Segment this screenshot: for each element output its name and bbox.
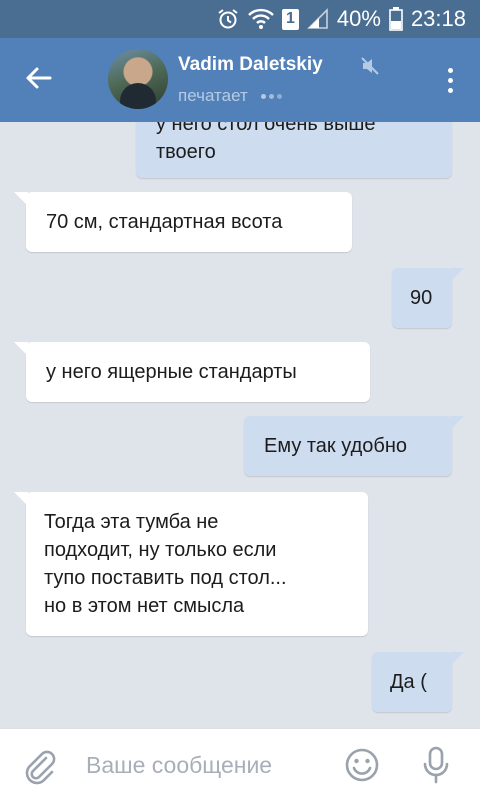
mute-icon: [360, 56, 380, 81]
message-text: Да (: [390, 671, 427, 693]
message-bubble[interactable]: Ему так удобно: [244, 416, 464, 476]
avatar[interactable]: [108, 49, 168, 109]
message-text: у него ящерные стандарты: [46, 361, 297, 383]
message-text: тупо поставить под стол...: [44, 567, 287, 589]
message-text: у него стол очень выше: [156, 122, 376, 135]
message-text: но в этом нет смысла: [44, 595, 245, 617]
contact-name[interactable]: Vadim Daletskiy: [178, 54, 323, 76]
battery-percent: 40%: [336, 6, 381, 31]
battery-icon: [389, 7, 403, 31]
wifi-icon: [248, 8, 274, 30]
more-button[interactable]: [438, 60, 462, 100]
message-text: подходит, ну только если: [44, 539, 277, 561]
message-text: Ему так удобно: [264, 435, 407, 457]
chat-header: Vadim Daletskiy печатает: [0, 38, 480, 122]
emoji-icon[interactable]: [344, 747, 380, 788]
status-bar: 1 40% 23:18: [0, 0, 480, 38]
message-list[interactable]: у него стол очень выше твоего 70 см, ста…: [0, 122, 480, 728]
message-bubble[interactable]: Да (: [372, 652, 464, 712]
status-icons: 1 40% 23:18: [216, 0, 466, 38]
back-button[interactable]: [16, 58, 60, 102]
signal-icon: [306, 8, 329, 30]
composer-bar: [0, 728, 480, 800]
typing-dots-icon: [260, 86, 285, 106]
message-bubble[interactable]: 70 см, стандартная всота: [14, 192, 352, 252]
message-bubble[interactable]: 90: [392, 268, 464, 328]
message-bubble[interactable]: Тогда эта тумба не подходит, ну только е…: [14, 492, 368, 636]
alarm-icon: [216, 7, 240, 31]
message-text: Тогда эта тумба не: [44, 511, 219, 533]
attach-icon[interactable]: [22, 749, 58, 790]
message-input[interactable]: [86, 745, 336, 785]
typing-status: печатает: [178, 86, 285, 106]
message-bubble[interactable]: у него ящерные стандарты: [14, 342, 370, 402]
sim-badge: 1: [281, 8, 299, 30]
clock: 23:18: [410, 6, 466, 31]
message-text: 90: [410, 287, 433, 309]
message-bubble[interactable]: у него стол очень выше твоего: [136, 122, 452, 178]
message-text: 70 см, стандартная всота: [46, 211, 283, 233]
message-text: твоего: [156, 141, 216, 163]
microphone-icon[interactable]: [420, 745, 452, 790]
back-arrow-icon: [24, 64, 52, 97]
typing-label: печатает: [178, 86, 248, 105]
